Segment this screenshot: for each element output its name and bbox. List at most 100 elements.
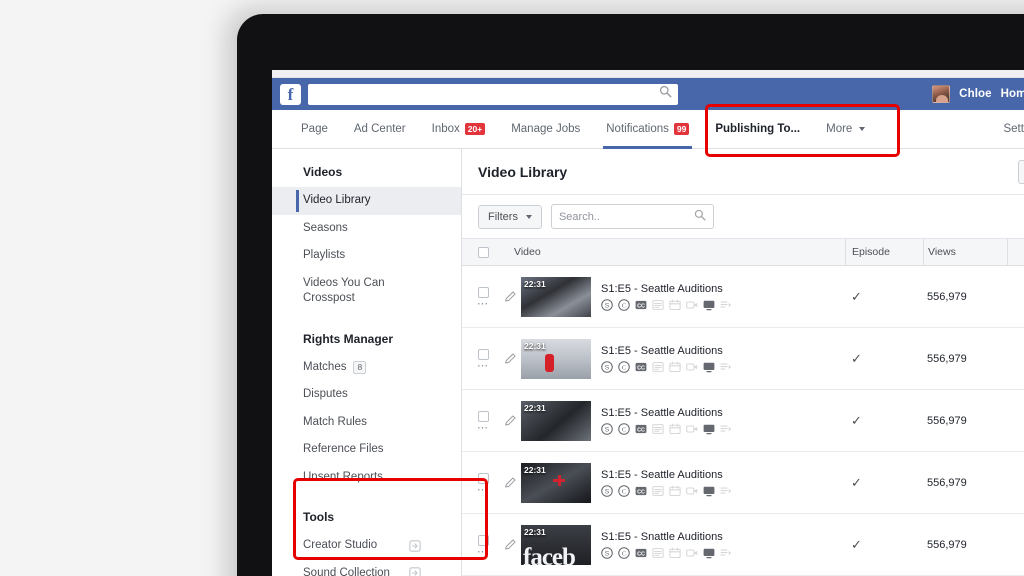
copyright-icon[interactable]: C xyxy=(618,484,630,497)
video-title[interactable]: S1:E5 - Seattle Auditions xyxy=(601,469,732,481)
row-checkbox[interactable] xyxy=(477,286,489,298)
sidebar-item-matches[interactable]: Matches 8 xyxy=(272,354,461,382)
video-camera-icon[interactable] xyxy=(686,547,698,559)
monetization-icon[interactable]: S xyxy=(601,422,613,435)
sidebar-item-playlists[interactable]: Playlists xyxy=(272,242,461,270)
article-icon[interactable] xyxy=(652,485,664,497)
video-title[interactable]: S1:E5 - Seattle Auditions xyxy=(601,407,732,419)
column-header-episode[interactable]: Episode xyxy=(845,238,923,266)
closed-caption-icon[interactable]: CC xyxy=(635,299,647,311)
row-menu-icon[interactable]: ⋯ xyxy=(477,422,489,433)
article-icon[interactable] xyxy=(652,547,664,559)
closed-caption-icon[interactable]: CC xyxy=(635,361,647,373)
article-icon[interactable] xyxy=(652,299,664,311)
monetization-icon[interactable]: S xyxy=(601,546,613,559)
article-icon[interactable] xyxy=(652,361,664,373)
playlist-icon[interactable] xyxy=(720,299,732,311)
video-thumbnail[interactable]: 22:31 xyxy=(521,276,591,317)
article-icon[interactable] xyxy=(652,423,664,435)
monetization-icon[interactable]: S xyxy=(601,298,613,311)
sidebar-item-reference-files[interactable]: Reference Files xyxy=(272,436,461,464)
tab-notifications[interactable]: Notifications 99 xyxy=(593,110,702,149)
sidebar-item-creator-studio[interactable]: Creator Studio xyxy=(272,532,461,560)
video-camera-icon[interactable] xyxy=(686,299,698,311)
playlist-icon[interactable] xyxy=(720,547,732,559)
row-menu-icon[interactable]: ⋯ xyxy=(477,360,489,371)
sidebar-item-unsent-reports[interactable]: Unsent Reports xyxy=(272,464,461,492)
sidebar-item-videos-you-can-crosspost[interactable]: Videos You Can Crosspost xyxy=(272,270,461,313)
row-menu-icon[interactable]: ⋯ xyxy=(477,546,489,557)
playlist-icon[interactable] xyxy=(720,361,732,373)
monitor-icon[interactable] xyxy=(703,299,715,311)
copyright-icon[interactable]: C xyxy=(618,422,630,435)
video-camera-icon[interactable] xyxy=(686,485,698,497)
table-row[interactable]: ⋯ 22:31 S1:E5 - Seattle Auditions S C CC ✓… xyxy=(462,390,1024,452)
video-title[interactable]: S1:E5 - Seattle Auditions xyxy=(601,345,732,357)
user-name-label[interactable]: Chloe xyxy=(959,88,991,100)
calendar-icon[interactable] xyxy=(669,299,681,311)
monetization-icon[interactable]: S xyxy=(601,360,613,373)
global-search-input[interactable] xyxy=(308,83,678,105)
closed-caption-icon[interactable]: CC xyxy=(635,485,647,497)
video-camera-icon[interactable] xyxy=(686,423,698,435)
monitor-icon[interactable] xyxy=(703,361,715,373)
sidebar-item-seasons[interactable]: Seasons xyxy=(272,215,461,243)
edit-icon[interactable] xyxy=(504,352,517,365)
table-row[interactable]: ⋯ 22:31 S1:E5 - Seattle Auditions S C CC ✓… xyxy=(462,452,1024,514)
tab-inbox[interactable]: Inbox 20+ xyxy=(419,110,499,149)
row-checkbox[interactable] xyxy=(477,472,489,484)
calendar-icon[interactable] xyxy=(669,485,681,497)
column-header-video[interactable]: Video xyxy=(504,246,845,258)
sidebar-item-video-library[interactable]: Video Library xyxy=(272,187,461,215)
avatar[interactable] xyxy=(932,85,951,103)
row-checkbox[interactable] xyxy=(477,410,489,422)
video-thumbnail[interactable]: 22:31 xyxy=(521,338,591,379)
monitor-icon[interactable] xyxy=(703,547,715,559)
sidebar-item-disputes[interactable]: Disputes xyxy=(272,381,461,409)
tab-manage-jobs[interactable]: Manage Jobs xyxy=(498,110,593,149)
tab-page[interactable]: Page xyxy=(288,110,341,149)
calendar-icon[interactable] xyxy=(669,361,681,373)
monitor-icon[interactable] xyxy=(703,485,715,497)
sidebar-item-match-rules[interactable]: Match Rules xyxy=(272,409,461,437)
go-button[interactable]: Go xyxy=(1018,159,1024,184)
tab-ad-center[interactable]: Ad Center xyxy=(341,110,419,149)
closed-caption-icon[interactable]: CC xyxy=(635,423,647,435)
row-checkbox[interactable] xyxy=(477,534,489,546)
column-header-views[interactable]: Views xyxy=(923,238,1007,266)
copyright-icon[interactable]: C xyxy=(618,298,630,311)
calendar-icon[interactable] xyxy=(669,423,681,435)
video-thumbnail[interactable]: 22:31 xyxy=(521,462,591,503)
filters-button[interactable]: Filters xyxy=(478,204,542,229)
video-thumbnail[interactable]: 22:31 faceb xyxy=(521,524,591,565)
video-camera-icon[interactable] xyxy=(686,361,698,373)
video-thumbnail[interactable]: 22:31 xyxy=(521,400,591,441)
row-checkbox[interactable] xyxy=(477,348,489,360)
calendar-icon[interactable] xyxy=(669,547,681,559)
select-all-checkbox[interactable] xyxy=(477,246,489,258)
sidebar-item-sound-collection[interactable]: Sound Collection xyxy=(272,560,461,576)
edit-icon[interactable] xyxy=(504,414,517,427)
video-title[interactable]: S1:E5 - Snattle Auditions xyxy=(601,531,732,543)
table-row[interactable]: ⋯ 22:31 S1:E5 - Seattle Auditions S C CC ✓… xyxy=(462,266,1024,328)
playlist-icon[interactable] xyxy=(720,423,732,435)
video-title[interactable]: S1:E5 - Seattle Auditions xyxy=(601,283,732,295)
table-row[interactable]: ⋯ 22:31 faceb S1:E5 - Snattle Auditions … xyxy=(462,514,1024,576)
facebook-logo-icon[interactable]: f xyxy=(280,83,301,105)
copyright-icon[interactable]: C xyxy=(618,360,630,373)
row-menu-icon[interactable]: ⋯ xyxy=(477,484,489,495)
monitor-icon[interactable] xyxy=(703,423,715,435)
table-search-input[interactable]: Search.. xyxy=(550,204,714,229)
playlist-icon[interactable] xyxy=(720,485,732,497)
copyright-icon[interactable]: C xyxy=(618,546,630,559)
tab-more[interactable]: More xyxy=(813,110,878,149)
edit-icon[interactable] xyxy=(504,538,517,551)
monetization-icon[interactable]: S xyxy=(601,484,613,497)
table-row[interactable]: ⋯ 22:31 S1:E5 - Seattle Auditions S C CC ✓… xyxy=(462,328,1024,390)
tab-publishing-tools[interactable]: Publishing To... xyxy=(702,110,813,149)
row-menu-icon[interactable]: ⋯ xyxy=(477,298,489,309)
select-all-cell[interactable] xyxy=(462,246,504,258)
tab-settings[interactable]: Settings xyxy=(990,110,1024,149)
home-link[interactable]: Home xyxy=(1001,88,1024,100)
closed-caption-icon[interactable]: CC xyxy=(635,547,647,559)
